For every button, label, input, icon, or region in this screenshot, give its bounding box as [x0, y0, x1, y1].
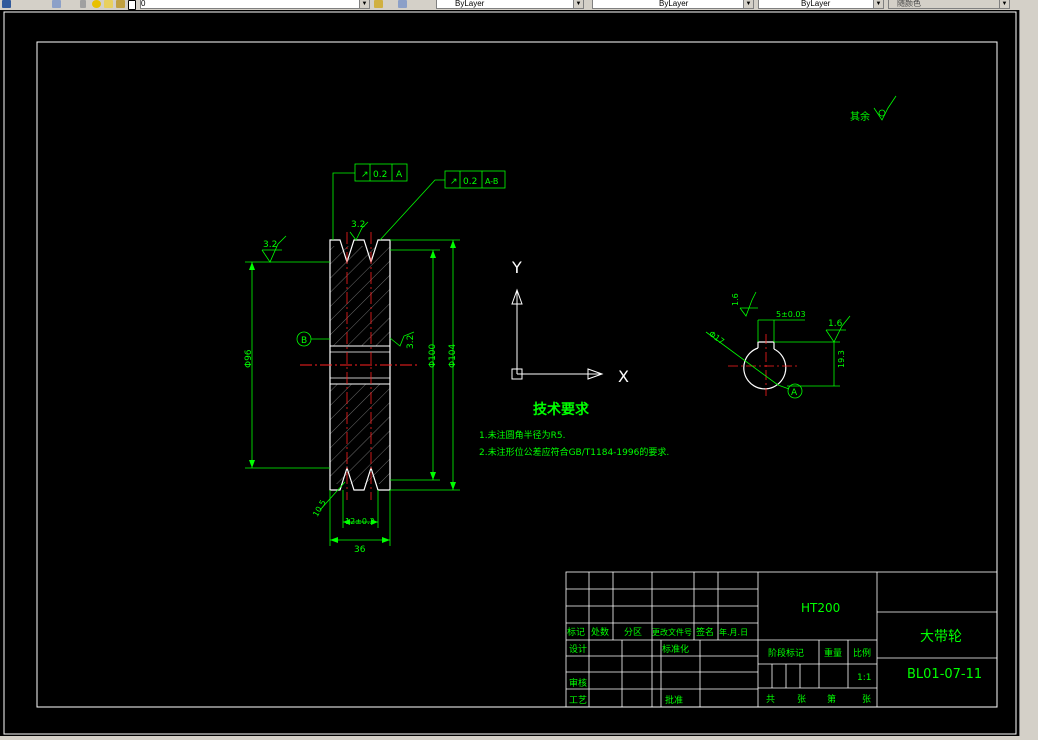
tb-label-mark: 标记	[567, 626, 585, 638]
roughness-other-symbol	[873, 95, 897, 121]
pulley-section-view: ↗ 0.2 A ↗ 0.2 A-B 3.2 3.2 3.2 B Φ96 Φ100…	[244, 163, 506, 555]
tech-req-title: 技术要求	[533, 401, 590, 418]
hatch-upper	[330, 246, 390, 346]
vertical-scrollbar[interactable]	[1019, 10, 1038, 736]
roughness-left-value: 3.2	[263, 240, 277, 250]
keyway-view: 5±0.03 19.3 Φ17 A 1.6 1.6	[705, 291, 851, 399]
axis-x-label: X	[618, 367, 629, 386]
tb-label-date: 年.月.日	[719, 627, 748, 637]
tol-frame-1-value: 0.2	[373, 170, 387, 180]
tb-label-design: 设计	[569, 643, 587, 655]
horizontal-scrollbar[interactable]	[0, 736, 1038, 740]
tb-scale: 1:1	[857, 673, 871, 683]
tol-frame-2-value: 0.2	[463, 177, 477, 187]
tb-label-process: 工艺	[569, 695, 587, 706]
tb-label-number: 第	[827, 693, 836, 705]
bore-circle	[743, 347, 787, 390]
tb-label-zone: 分区	[624, 627, 642, 638]
tol-frame-2-symbol: ↗	[450, 177, 458, 187]
roughness-key-2-value: 1.6	[828, 319, 843, 329]
tb-material: HT200	[801, 601, 840, 615]
tb-label-sign: 签名	[696, 626, 714, 638]
roughness-key-1-value: 1.6	[731, 293, 740, 306]
tb-drawing-number: BL01-07-11	[907, 667, 982, 682]
tb-label-total: 共	[766, 694, 775, 705]
dim-bottom-text: 10.5	[311, 498, 328, 518]
tb-label-change-doc: 更改文件号	[652, 627, 692, 637]
tb-label-stage-mark: 阶段标记	[768, 647, 804, 659]
dim-d100-text: Φ100	[428, 343, 438, 368]
roughness-top-value: 3.2	[351, 220, 365, 230]
tb-label-standardize: 标准化	[662, 643, 689, 655]
ucs-icon	[511, 288, 604, 380]
tol-frame-1-symbol: ↗	[361, 170, 369, 180]
tol-frame-2-datum: A-B	[485, 177, 498, 186]
roughness-other-label: 其余	[850, 110, 870, 123]
tech-req-line-1: 1.未注圆角半径为R5.	[479, 429, 565, 441]
tb-label-review: 审核	[569, 677, 587, 689]
cad-drawing: ↗ 0.2 A ↗ 0.2 A-B 3.2 3.2 3.2 B Φ96 Φ100…	[3, 11, 1017, 735]
hatch-lower	[330, 384, 390, 484]
dim-key-width-text: 5±0.03	[776, 310, 806, 319]
datum-a-label: A	[791, 388, 798, 398]
axis-y-label: Y	[511, 258, 522, 277]
dim-width-text: 36	[354, 545, 366, 555]
tb-part-name: 大带轮	[920, 629, 962, 645]
tb-label-sheets: 张	[797, 694, 806, 705]
tb-label-count: 处数	[591, 626, 609, 638]
dim-key-depth-text: 19.3	[837, 350, 846, 368]
dim-bore-text: Φ17	[707, 329, 726, 346]
tol-frame-1-datum: A	[396, 170, 403, 180]
dim-d104-text: Φ104	[448, 343, 458, 368]
dim-d96-text: Φ96	[244, 349, 254, 368]
dim-groove-text: 12±0.3	[345, 517, 375, 526]
tech-req-line-2: 2.未注形位公差应符合GB/T1184-1996的要求.	[479, 446, 669, 458]
tol-frame-2-leader	[379, 179, 445, 241]
roughness-key-1-symbol	[739, 291, 757, 317]
tb-label-approve: 批准	[665, 694, 683, 706]
datum-b-label: B	[301, 336, 307, 346]
tb-label-sheet: 张	[862, 694, 871, 705]
tb-label-weight: 重量	[824, 647, 842, 659]
tb-label-ratio: 比例	[853, 647, 871, 659]
roughness-bore-value: 3.2	[406, 335, 416, 349]
